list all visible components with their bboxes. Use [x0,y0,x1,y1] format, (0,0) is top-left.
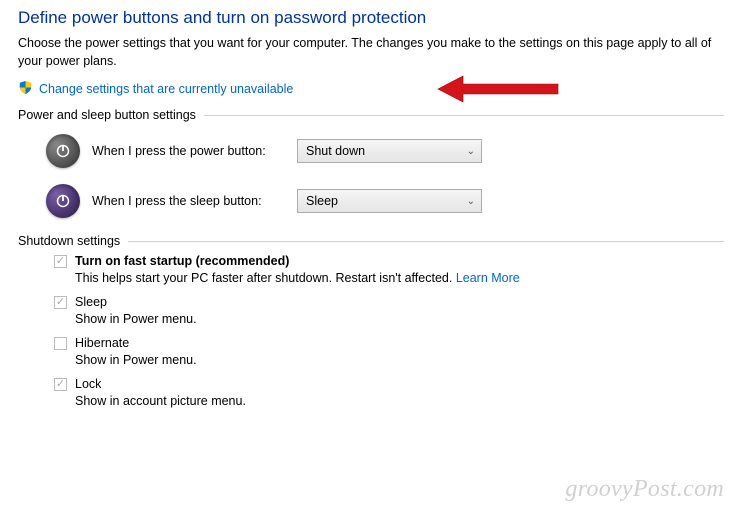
checkbox-lock[interactable] [54,378,67,391]
page-title: Define power buttons and turn on passwor… [18,8,724,28]
change-settings-link[interactable]: Change settings that are currently unava… [39,82,293,96]
setting-lock: Lock Show in account picture menu. [54,377,724,408]
setting-description: Show in Power menu. [75,312,724,326]
sleep-button-label: When I press the sleep button: [92,194,297,208]
setting-description: This helps start your PC faster after sh… [75,271,724,285]
chevron-down-icon: ⌄ [467,196,475,207]
checkbox-sleep[interactable] [54,296,67,309]
setting-description: Show in Power menu. [75,353,724,367]
dropdown-value: Sleep [306,194,338,208]
chevron-down-icon: ⌄ [467,146,475,157]
section-header-text: Power and sleep button settings [18,108,196,122]
divider [204,115,724,116]
setting-hibernate: Hibernate Show in Power menu. [54,336,724,367]
shield-icon [18,80,33,98]
section-header-power-sleep: Power and sleep button settings [18,108,724,122]
sleep-icon [46,184,80,218]
power-button-row: When I press the power button: Shut down… [46,134,724,168]
dropdown-value: Shut down [306,144,365,158]
sleep-button-dropdown[interactable]: Sleep ⌄ [297,189,482,213]
page-description: Choose the power settings that you want … [18,34,724,70]
watermark: groovyPost.com [565,476,724,503]
setting-description: Show in account picture menu. [75,394,724,408]
setting-fast-startup: Turn on fast startup (recommended) This … [54,254,724,285]
arrow-annotation-icon [433,74,563,107]
setting-title: Sleep [75,295,107,309]
setting-sleep: Sleep Show in Power menu. [54,295,724,326]
change-settings-row: Change settings that are currently unava… [18,80,724,98]
section-header-shutdown: Shutdown settings [18,234,724,248]
sleep-button-row: When I press the sleep button: Sleep ⌄ [46,184,724,218]
setting-title: Turn on fast startup (recommended) [75,254,289,268]
power-button-dropdown[interactable]: Shut down ⌄ [297,139,482,163]
section-header-text: Shutdown settings [18,234,120,248]
power-icon [46,134,80,168]
setting-title: Hibernate [75,336,129,350]
shutdown-settings-group: Turn on fast startup (recommended) This … [18,254,724,408]
setting-title: Lock [75,377,101,391]
checkbox-fast-startup[interactable] [54,255,67,268]
divider [128,241,724,242]
checkbox-hibernate[interactable] [54,337,67,350]
power-button-label: When I press the power button: [92,144,297,158]
learn-more-link[interactable]: Learn More [456,271,520,285]
